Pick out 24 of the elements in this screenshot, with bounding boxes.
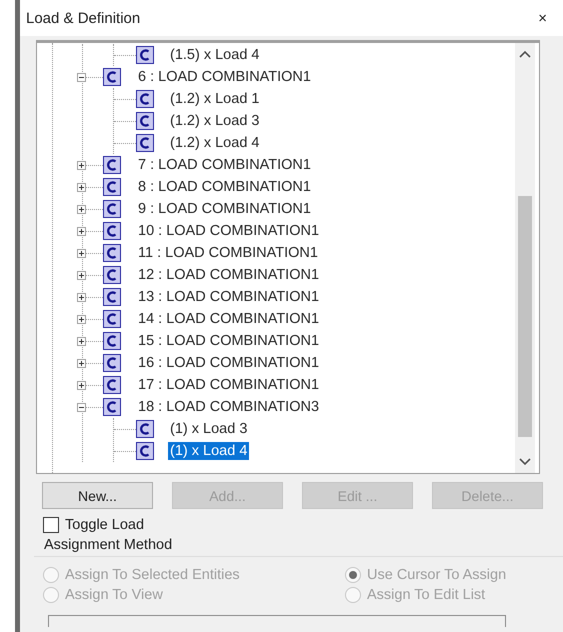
tree-item[interactable]: 15 : LOAD COMBINATION1 bbox=[136, 332, 322, 350]
close-button[interactable]: × bbox=[538, 10, 547, 26]
tree-item[interactable]: 9 : LOAD COMBINATION1 bbox=[136, 200, 313, 218]
tree-item[interactable]: 11 : LOAD COMBINATION1 bbox=[136, 244, 320, 262]
tree-item[interactable]: 13 : LOAD COMBINATION1 bbox=[136, 288, 322, 306]
tree-item[interactable]: (1) x Load 3 bbox=[168, 420, 250, 438]
dialog-button[interactable]: New... bbox=[42, 482, 153, 509]
tree-item[interactable]: (1) x Load 4 bbox=[168, 442, 250, 460]
tree-item[interactable]: (1.2) x Load 4 bbox=[168, 134, 262, 152]
tree-item[interactable]: (1.2) x Load 1 bbox=[168, 90, 262, 108]
window-title: Load & Definition bbox=[26, 10, 140, 26]
tree-item[interactable]: 10 : LOAD COMBINATION1 bbox=[136, 222, 322, 240]
tree-item[interactable]: (1.2) x Load 3 bbox=[168, 112, 262, 130]
group-title: Assignment Method bbox=[44, 537, 172, 553]
tree-item[interactable]: 7 : LOAD COMBINATION1 bbox=[136, 156, 313, 174]
tree-item[interactable]: 8 : LOAD COMBINATION1 bbox=[136, 178, 313, 196]
tree-item[interactable]: 14 : LOAD COMBINATION1 bbox=[136, 310, 322, 328]
tree-item[interactable]: 6 : LOAD COMBINATION1 bbox=[136, 68, 313, 86]
tree-item[interactable]: (1.5) x Load 4 bbox=[168, 46, 262, 64]
tree-item[interactable]: 16 : LOAD COMBINATION1 bbox=[136, 354, 322, 372]
tree-item[interactable]: 17 : LOAD COMBINATION1 bbox=[136, 376, 322, 394]
checkbox-label[interactable]: Toggle Load bbox=[65, 517, 144, 533]
tree-item[interactable]: 18 : LOAD COMBINATION3 bbox=[136, 398, 322, 416]
tree-item[interactable]: 12 : LOAD COMBINATION1 bbox=[136, 266, 322, 284]
